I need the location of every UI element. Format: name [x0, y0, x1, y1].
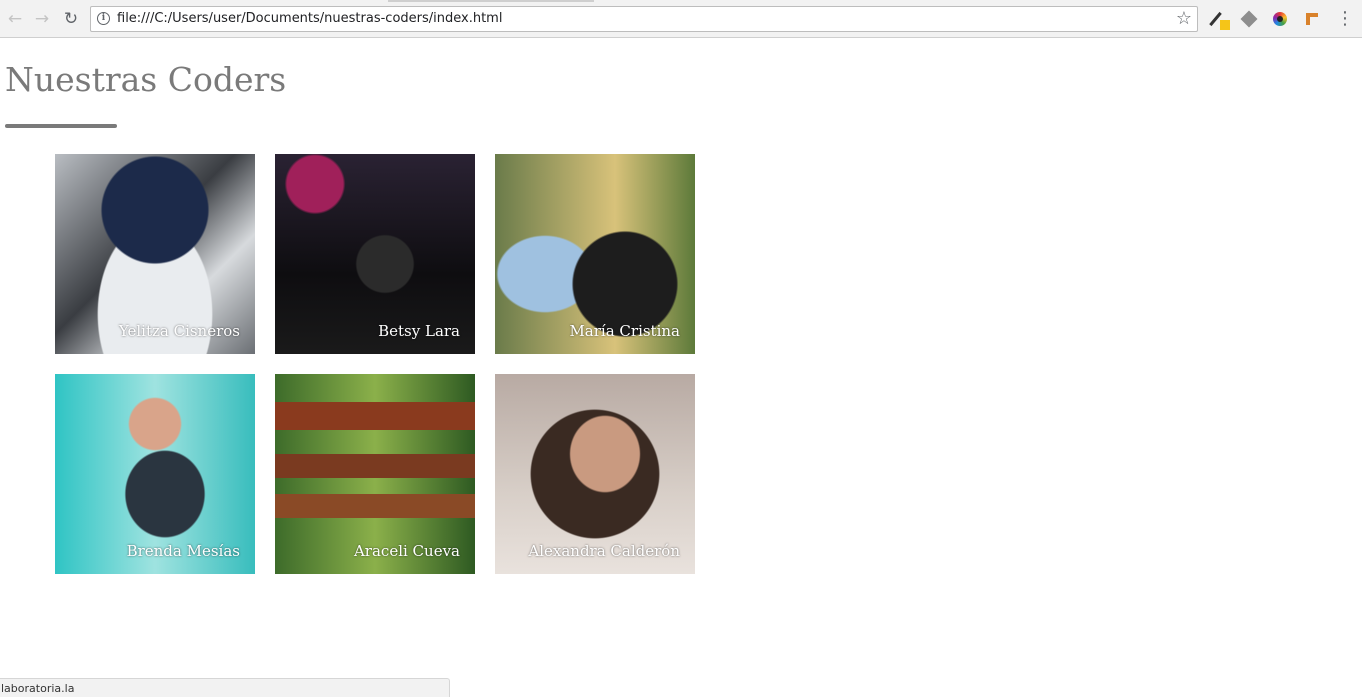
coder-name: Araceli Cueva	[353, 542, 460, 560]
coder-card[interactable]: Yelitza Cisneros	[55, 154, 255, 354]
color-wheel-extension-icon[interactable]	[1271, 10, 1289, 28]
info-icon[interactable]: i	[97, 12, 110, 25]
coder-card[interactable]: Alexandra Calderón	[495, 374, 695, 574]
coder-name: Betsy Lara	[378, 322, 460, 340]
back-arrow-icon[interactable]: ←	[4, 8, 26, 30]
coder-card[interactable]: Betsy Lara	[275, 154, 475, 354]
url-text[interactable]: file:///C:/Users/user/Documents/nuestras…	[117, 11, 502, 26]
coder-card[interactable]: Brenda Mesías	[55, 374, 255, 574]
gray-diamond-extension-icon[interactable]	[1240, 10, 1258, 28]
page-title: Nuestras Coders	[5, 60, 287, 99]
coder-card[interactable]: María Cristina	[495, 154, 695, 354]
orange-extension-icon[interactable]	[1304, 10, 1322, 28]
address-bar[interactable]: i file:///C:/Users/user/Documents/nuestr…	[90, 6, 1198, 32]
tab-strip-edge	[388, 0, 594, 2]
coder-card[interactable]: Araceli Cueva	[275, 374, 475, 574]
more-vert-icon[interactable]: ⋮	[1336, 9, 1354, 29]
coder-name: Yelitza Cisneros	[118, 322, 240, 340]
coder-name: Brenda Mesías	[126, 542, 240, 560]
status-bubble: laboratoria.la	[0, 678, 450, 697]
reload-icon[interactable]: ↻	[60, 8, 82, 30]
eyedropper-extension-icon[interactable]	[1209, 10, 1230, 30]
title-underline	[5, 124, 117, 128]
coder-name: Alexandra Calderón	[528, 542, 680, 560]
browser-toolbar: ← → ↻ i file:///C:/Users/user/Documents/…	[0, 0, 1362, 38]
forward-arrow-icon[interactable]: →	[31, 8, 53, 30]
coder-name: María Cristina	[569, 322, 680, 340]
star-icon[interactable]: ☆	[1176, 8, 1192, 30]
